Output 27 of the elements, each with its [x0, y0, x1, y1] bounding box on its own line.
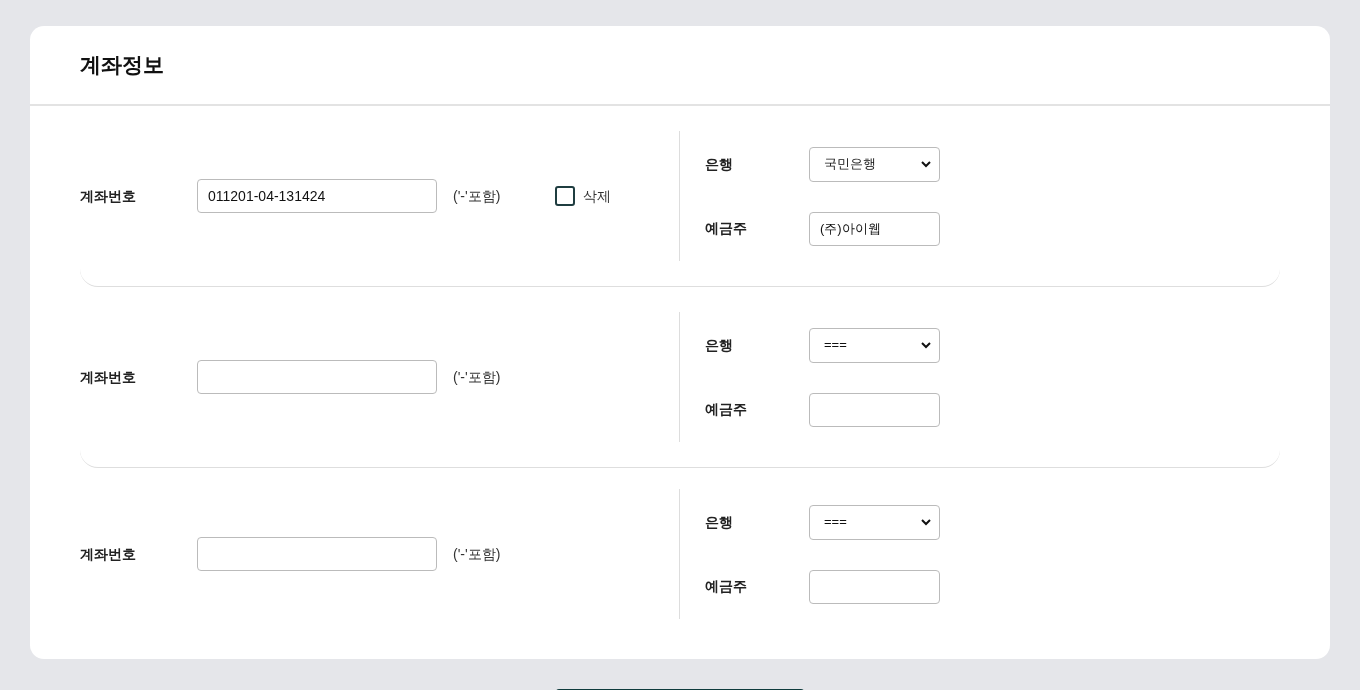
field-label: 은행: [705, 335, 734, 355]
account-holder-field[interactable]: [809, 569, 940, 604]
account-number-field[interactable]: [197, 537, 437, 571]
account-holder-field[interactable]: (주)아이웹: [809, 211, 940, 246]
field-label: 계좌번호: [80, 544, 137, 564]
hint-text: ('-'포함): [453, 544, 501, 564]
field-label: 계좌번호: [80, 186, 137, 206]
bank-dropdown[interactable]: ===: [809, 327, 940, 363]
field-label: 은행: [705, 154, 734, 174]
account-number-field[interactable]: 011201-04-131424: [197, 179, 437, 213]
chevron-down-icon: [921, 160, 931, 168]
delete-label: 삭제: [583, 186, 612, 206]
field-label: 예금주: [705, 219, 748, 238]
field-label: 예금주: [705, 577, 748, 596]
account-holder-field[interactable]: [809, 392, 940, 427]
chevron-down-icon: [921, 341, 931, 349]
delete-checkbox[interactable]: [555, 186, 576, 206]
hint-text: ('-'포함): [453, 186, 501, 206]
account-number-field[interactable]: [197, 360, 437, 394]
bank-dropdown[interactable]: ===: [809, 504, 940, 540]
hint-text: ('-'포함): [453, 367, 501, 387]
field-label: 계좌번호: [80, 367, 137, 387]
field-label: 예금주: [705, 400, 748, 419]
field-label: 은행: [705, 512, 734, 532]
section-title: 계좌정보: [80, 52, 164, 79]
bank-dropdown[interactable]: 국민은행: [809, 146, 940, 182]
chevron-down-icon: [921, 518, 931, 526]
